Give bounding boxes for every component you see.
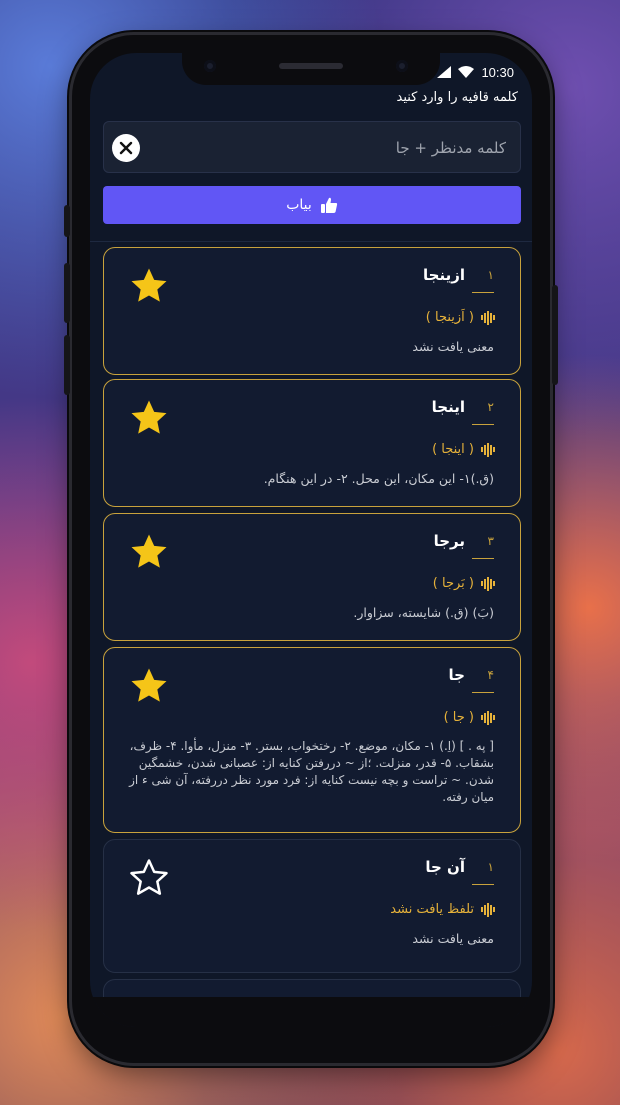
find-button[interactable]: بیاب xyxy=(103,186,521,224)
pronunciation-row[interactable]: ( اینجا ) xyxy=(432,442,495,457)
favorite-star-icon[interactable] xyxy=(129,666,169,706)
meaning-text: معنی یافت نشد xyxy=(412,931,494,946)
favorite-star-icon[interactable] xyxy=(129,532,169,572)
home-indicator-area xyxy=(90,997,532,1027)
result-card[interactable]: ۲ اینجا ( اینجا ) (ق.)۱- این مکان، این م… xyxy=(103,379,521,507)
number-underline xyxy=(472,692,494,693)
audio-wave-icon xyxy=(480,576,495,591)
number-underline xyxy=(472,424,494,425)
search-box xyxy=(103,121,521,173)
result-card[interactable]: ۴ جا ( جا ) [ په . ] (اِ.) ۱- مکان، موضع… xyxy=(103,647,521,833)
search-input[interactable] xyxy=(154,132,508,164)
volume-down-button xyxy=(64,335,70,395)
status-bar: 10:30 xyxy=(437,63,514,81)
volume-up-button xyxy=(64,263,70,323)
divider xyxy=(90,241,532,242)
earpiece-speaker xyxy=(279,63,343,69)
close-icon xyxy=(119,141,133,155)
meaning-text: (ق.)۱- این مکان، این محل. ۲- در این هنگا… xyxy=(263,471,494,486)
favorite-star-outline-icon[interactable] xyxy=(129,858,169,898)
sensor xyxy=(396,60,408,72)
favorite-star-icon[interactable] xyxy=(129,266,169,306)
prompt-label: کلمه قافیه را وارد کنید xyxy=(396,90,519,105)
pronunciation-row[interactable]: تلفظ یافت نشد xyxy=(390,902,495,917)
number-underline xyxy=(472,558,494,559)
result-word: برجا xyxy=(433,532,465,550)
power-button xyxy=(552,285,558,385)
signal-icon xyxy=(437,66,452,78)
result-number: ۳ xyxy=(487,534,494,548)
result-card[interactable]: ۱ آن جا تلفظ یافت نشد معنی یافت نشد xyxy=(103,839,521,973)
pronunciation-text: ( جا ) xyxy=(443,710,474,725)
pronunciation-row[interactable]: ( جا ) xyxy=(444,710,495,725)
result-word: ازینجا xyxy=(423,266,465,284)
mute-switch xyxy=(64,205,70,237)
audio-wave-icon xyxy=(480,710,495,725)
result-card[interactable]: ۱ ازینجا ( اَزینجا ) معنی یافت نشد xyxy=(103,247,521,375)
find-button-label: بیاب xyxy=(286,197,312,213)
status-time: 10:30 xyxy=(481,64,514,80)
app-screen: 10:30 کلمه قافیه را وارد کنید بیاب xyxy=(90,53,532,1027)
result-word: جا xyxy=(448,666,465,684)
thumbs-up-icon xyxy=(320,197,337,213)
pronunciation-text: تلفظ یافت نشد xyxy=(390,902,474,917)
wifi-icon xyxy=(458,66,475,78)
pronunciation-row[interactable]: ( بَرجا ) xyxy=(433,576,495,591)
clear-button[interactable] xyxy=(112,134,140,162)
pronunciation-text: ( اَزینجا ) xyxy=(425,310,474,325)
pronunciation-text: ( اینجا ) xyxy=(432,442,474,457)
meaning-text: معنی یافت نشد xyxy=(412,339,494,354)
result-word: آن جا xyxy=(425,858,465,876)
result-word: اینجا xyxy=(431,398,465,416)
result-card[interactable]: ۳ برجا ( بَرجا ) (بَ) (ق.) شایسته، سزاوا… xyxy=(103,513,521,641)
audio-wave-icon xyxy=(480,442,495,457)
result-number: ۴ xyxy=(487,668,494,682)
result-number: ۱ xyxy=(487,860,494,874)
pronunciation-row[interactable]: ( اَزینجا ) xyxy=(426,310,495,325)
front-camera xyxy=(204,60,216,72)
notch xyxy=(182,53,440,85)
number-underline xyxy=(472,884,494,885)
result-number: ۱ xyxy=(487,268,494,282)
favorite-star-icon[interactable] xyxy=(129,398,169,438)
result-number: ۲ xyxy=(487,400,494,414)
meaning-text: (بَ) (ق.) شایسته، سزاوار. xyxy=(353,605,494,620)
number-underline xyxy=(472,292,494,293)
meaning-text: [ په . ] (اِ.) ۱- مکان، موضع. ۲- رختخواب… xyxy=(129,739,494,804)
audio-wave-icon xyxy=(480,902,495,917)
pronunciation-text: ( بَرجا ) xyxy=(432,576,474,591)
phone-frame: 10:30 کلمه قافیه را وارد کنید بیاب xyxy=(64,35,558,1063)
audio-wave-icon xyxy=(480,310,495,325)
